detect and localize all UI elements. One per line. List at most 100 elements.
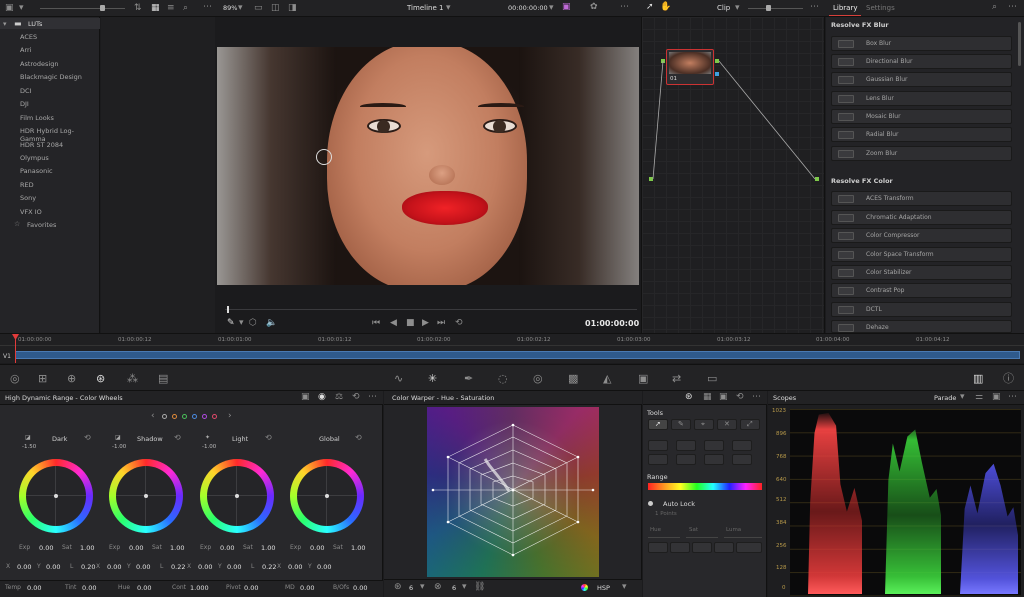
tool-button[interactable] xyxy=(676,454,696,465)
fx-item[interactable]: Gaussian Blur xyxy=(831,72,1012,87)
cont-value[interactable]: 1.000 xyxy=(190,584,209,592)
settings-sliders-icon[interactable]: ⚌ xyxy=(975,393,983,402)
chevron-down-icon[interactable]: ▾ xyxy=(239,319,244,328)
view-mode-icon[interactable]: ⊛ xyxy=(685,393,693,402)
x-value-shadow[interactable]: 0.00 xyxy=(107,563,121,571)
tint-value[interactable]: 0.00 xyxy=(82,584,96,592)
color-wheel-global[interactable] xyxy=(290,459,364,533)
jump-start-icon[interactable]: ⏮ xyxy=(372,319,380,328)
lut-item[interactable]: Olympus xyxy=(20,154,49,162)
jump-end-icon[interactable]: ⏭ xyxy=(437,319,445,328)
sat-value-global[interactable]: 1.00 xyxy=(351,544,365,552)
play-reverse-icon[interactable]: ◀ xyxy=(390,319,397,328)
scopes-mode[interactable]: Parade xyxy=(934,394,956,402)
mini-timeline[interactable]: 01:00:00:00 01:00:00:12 01:00:01:00 01:0… xyxy=(0,333,1024,363)
timecode-dropdown-icon[interactable]: ▾ xyxy=(549,4,554,13)
split-view-icon[interactable]: ◫ xyxy=(271,4,280,13)
lut-item[interactable]: Sony xyxy=(20,194,36,202)
bofs-value[interactable]: 0.00 xyxy=(353,584,367,592)
warper-mode[interactable]: HSP xyxy=(597,584,610,592)
panel-toggle-icon[interactable]: ▣ xyxy=(5,4,14,13)
exp-value-dark[interactable]: 0.00 xyxy=(39,544,53,552)
lut-item[interactable]: DJI xyxy=(20,100,29,108)
lut-item[interactable]: Blackmagic Design xyxy=(20,73,82,81)
chevron-down-icon[interactable]: ▾ xyxy=(960,393,965,402)
reset-icon[interactable]: ⟲ xyxy=(265,434,272,442)
tool-button[interactable] xyxy=(648,440,668,451)
lut-item[interactable]: RED xyxy=(20,181,34,189)
tab-settings[interactable]: Settings xyxy=(866,4,895,12)
chevron-down-icon[interactable]: ▾ xyxy=(420,583,425,592)
fx-item[interactable]: ACES Transform xyxy=(831,191,1012,206)
color-warper-icon[interactable]: ✳ xyxy=(428,373,437,384)
motion-effects-icon[interactable]: ▤ xyxy=(158,373,168,384)
sizing-icon[interactable]: ⇄ xyxy=(672,373,681,384)
fx-item[interactable]: Box Blur xyxy=(831,36,1012,51)
lut-item[interactable]: DCI xyxy=(20,87,31,95)
fx-item[interactable]: Color Stabilizer xyxy=(831,265,1012,280)
exp-value-global[interactable]: 0.00 xyxy=(310,544,324,552)
pivot-value[interactable]: 0.00 xyxy=(244,584,258,592)
lut-root[interactable]: ▾ ▬ LUTs xyxy=(0,18,100,29)
chevron-down-icon[interactable]: ▾ xyxy=(19,4,24,13)
zone-dot[interactable] xyxy=(212,414,217,419)
scopes-icon[interactable]: ▥ xyxy=(973,373,983,384)
zone-dot[interactable] xyxy=(182,414,187,419)
grid-hue-value[interactable]: 6 xyxy=(409,584,413,592)
color-wheel-light[interactable] xyxy=(200,459,274,533)
zone-dot[interactable] xyxy=(192,414,197,419)
fx-item[interactable]: Dehaze xyxy=(831,320,1012,333)
fx-item[interactable]: Directional Blur xyxy=(831,54,1012,69)
tracker-icon[interactable]: ◎ xyxy=(533,373,543,384)
lut-item[interactable]: ACES xyxy=(20,33,37,41)
timeline-dropdown-icon[interactable]: ▾ xyxy=(446,4,451,13)
more-options-icon[interactable]: ⋯ xyxy=(368,393,377,402)
wheel-puck[interactable] xyxy=(54,494,58,498)
scopes-canvas[interactable] xyxy=(790,409,1021,596)
color-wheel-dark[interactable] xyxy=(19,459,93,533)
more-options-icon[interactable]: ⋯ xyxy=(1008,3,1017,12)
color-picker-icon[interactable]: ✿ xyxy=(590,3,598,12)
tool-button[interactable] xyxy=(704,454,724,465)
chevron-down-icon[interactable]: ▾ xyxy=(3,20,7,28)
more-options-icon[interactable]: ⋯ xyxy=(203,3,212,12)
bars-icon[interactable]: ⚖ xyxy=(335,393,343,402)
pointer-icon[interactable]: ➚ xyxy=(646,3,654,12)
warper-grid[interactable] xyxy=(427,407,599,577)
autolock-dot[interactable] xyxy=(648,501,653,506)
md-value[interactable]: 0.00 xyxy=(300,584,314,592)
wheel-value-shadow[interactable]: -1.00 xyxy=(112,444,126,450)
lut-item[interactable]: HDR ST 2084 xyxy=(20,141,63,149)
tool-button[interactable] xyxy=(648,542,668,553)
sort-icon[interactable]: ⇅ xyxy=(134,4,142,13)
chevron-down-icon[interactable]: ▾ xyxy=(462,583,467,592)
grid-sat-value[interactable]: 6 xyxy=(452,584,456,592)
clip-label[interactable]: Clip xyxy=(717,4,730,12)
row-tool-button[interactable]: ✕ xyxy=(717,419,737,430)
tool-button[interactable] xyxy=(736,542,762,553)
zone-icon[interactable]: ▣ xyxy=(301,393,310,402)
search-icon[interactable]: ⌕ xyxy=(183,4,188,13)
hand-icon[interactable]: ✋ xyxy=(660,3,671,12)
y-value-global[interactable]: 0.00 xyxy=(317,563,331,571)
wheel-mode-icon[interactable]: ◉ xyxy=(318,393,326,402)
chevron-left-icon[interactable]: ‹ xyxy=(151,412,155,421)
lut-item[interactable]: Panasonic xyxy=(20,167,53,175)
grid-sat-icon[interactable]: ⊗ xyxy=(434,583,442,592)
color-wheel-shadow[interactable] xyxy=(109,459,183,533)
zone-dot[interactable] xyxy=(172,414,177,419)
color-picker-icon[interactable]: ✎ xyxy=(227,319,235,328)
wipe-icon[interactable]: ◨ xyxy=(288,4,297,13)
lut-item[interactable]: Astrodesign xyxy=(20,60,58,68)
list-view-icon[interactable]: ≡ xyxy=(167,4,175,13)
more-options-icon[interactable]: ⋯ xyxy=(620,3,629,12)
highlight-icon[interactable]: ⬡ xyxy=(249,319,257,328)
tool-button[interactable] xyxy=(732,440,752,451)
fx-item[interactable]: DCTL xyxy=(831,302,1012,317)
fx-item[interactable]: Radial Blur xyxy=(831,127,1012,142)
node-editor[interactable]: 01 xyxy=(641,17,825,333)
loop-icon[interactable]: ⟲ xyxy=(455,319,463,328)
tool-button[interactable] xyxy=(676,440,696,451)
audio-icon[interactable]: 🔈 xyxy=(266,319,277,328)
chevron-down-icon[interactable]: ▾ xyxy=(622,583,627,592)
